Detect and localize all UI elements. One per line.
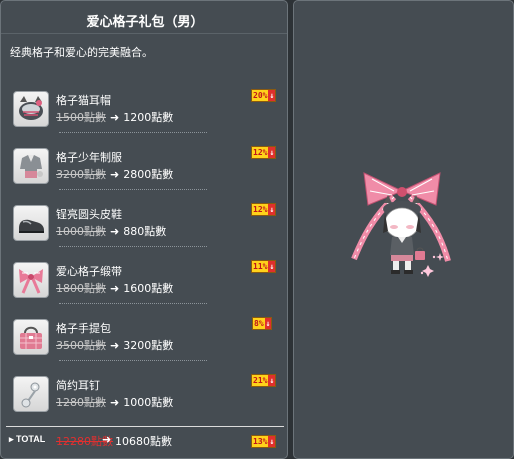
list-item: 简约耳钉 1280點數 ➜ 1000點數 21% ↓	[1, 372, 289, 428]
discount-badge: 21% ↓	[251, 374, 277, 387]
total-divider	[6, 426, 284, 427]
down-arrow-icon: ↓	[264, 318, 272, 329]
item-price: 1280點數 ➜ 1000點數	[56, 394, 173, 410]
down-arrow-icon: ↓	[268, 90, 276, 101]
handbag-icon	[13, 319, 49, 355]
item-name: 爱心格子缎带	[56, 265, 122, 278]
cat-ear-hat-icon	[13, 91, 49, 127]
item-name: 锃亮圆头皮鞋	[56, 208, 122, 221]
discount-percent: 20%	[252, 90, 269, 101]
item-divider	[59, 246, 207, 247]
title-divider	[1, 33, 287, 34]
original-price: 1280點數	[56, 396, 106, 409]
arrow-icon: ➜	[110, 396, 120, 409]
discount-percent: 21%	[252, 375, 269, 386]
item-divider	[59, 132, 207, 133]
package-details-panel: 爱心格子礼包（男） 经典格子和爱心的完美融合。 格子猫耳帽 1500點數 ➜ 120…	[0, 0, 288, 459]
uniform-icon	[13, 148, 49, 184]
list-item: 爱心格子缎带 1800點數 ➜ 1600點數 11% ↓	[1, 258, 289, 314]
arrow-icon: ➜	[102, 433, 112, 446]
original-price: 1800點數	[56, 282, 106, 295]
discount-percent: 13%	[252, 436, 269, 447]
total-text: TOTAL	[16, 434, 46, 444]
total-discount-badge: 13% ↓	[251, 435, 277, 448]
item-price: 1500點數 ➜ 1200點數	[56, 109, 173, 125]
discount-percent: 11%	[252, 261, 269, 272]
sale-price: 1200點數	[123, 111, 174, 124]
discount-percent: 8%	[253, 318, 265, 329]
item-name: 格子少年制服	[56, 151, 122, 164]
discount-badge: 20% ↓	[251, 89, 277, 102]
arrow-icon: ➜	[110, 168, 120, 181]
character-preview-panel	[293, 0, 514, 459]
sale-price: 1000點數	[123, 396, 174, 409]
discount-badge: 8% ↓	[252, 317, 273, 330]
discount-badge: 12% ↓	[251, 146, 277, 159]
item-price: 1800點數 ➜ 1600點數	[56, 280, 173, 296]
item-name: 简约耳钉	[56, 379, 100, 392]
discount-badge: 11% ↓	[251, 260, 277, 273]
item-divider	[59, 189, 207, 190]
item-name: 格子猫耳帽	[56, 94, 111, 107]
package-title: 爱心格子礼包（男）	[86, 15, 204, 30]
total-row: ▸ TOTAL 12280點數 ➜ 10680點數 13% ↓	[1, 432, 289, 450]
original-price: 3500點數	[56, 339, 106, 352]
item-price: 3500點數 ➜ 3200點數	[56, 337, 173, 353]
original-price: 1500點數	[56, 111, 106, 124]
down-arrow-icon: ↓	[268, 261, 276, 272]
sale-price: 1600點數	[123, 282, 174, 295]
sale-price: 880點數	[123, 225, 167, 238]
down-arrow-icon: ↓	[268, 204, 276, 215]
item-divider	[59, 303, 207, 304]
down-arrow-icon: ↓	[268, 436, 276, 447]
item-name: 格子手提包	[56, 322, 111, 335]
item-price: 1000點數 ➜ 880點數	[56, 223, 166, 239]
bullet-icon: ▸	[9, 434, 14, 444]
list-item: 锃亮圆头皮鞋 1000點數 ➜ 880點數 12% ↓	[1, 201, 289, 257]
ribbon-icon	[13, 262, 49, 298]
list-item: 格子猫耳帽 1500點數 ➜ 1200點數 20% ↓	[1, 87, 289, 143]
total-sale-price: 10680點數	[115, 435, 172, 448]
original-price: 3200點數	[56, 168, 106, 181]
character-preview-image	[351, 172, 451, 277]
down-arrow-icon: ↓	[268, 147, 276, 158]
shoe-icon	[13, 205, 49, 241]
earring-icon	[13, 376, 49, 412]
discount-percent: 12%	[252, 204, 269, 215]
sale-price: 2800點數	[123, 168, 174, 181]
down-arrow-icon: ↓	[268, 375, 276, 386]
item-price: 3200點數 ➜ 2800點數	[56, 166, 173, 182]
arrow-icon: ➜	[110, 111, 120, 124]
arrow-icon: ➜	[110, 225, 120, 238]
package-description: 经典格子和爱心的完美融合。	[10, 46, 153, 59]
discount-badge: 12% ↓	[251, 203, 277, 216]
sale-price: 3200點數	[123, 339, 174, 352]
discount-percent: 12%	[252, 147, 269, 158]
list-item: 格子少年制服 3200點數 ➜ 2800點數 12% ↓	[1, 144, 289, 200]
item-divider	[59, 360, 207, 361]
original-price: 1000點數	[56, 225, 106, 238]
total-label: ▸ TOTAL	[9, 434, 45, 445]
arrow-icon: ➜	[110, 339, 120, 352]
list-item: 格子手提包 3500點數 ➜ 3200點數 8% ↓	[1, 315, 289, 371]
arrow-icon: ➜	[110, 282, 120, 295]
